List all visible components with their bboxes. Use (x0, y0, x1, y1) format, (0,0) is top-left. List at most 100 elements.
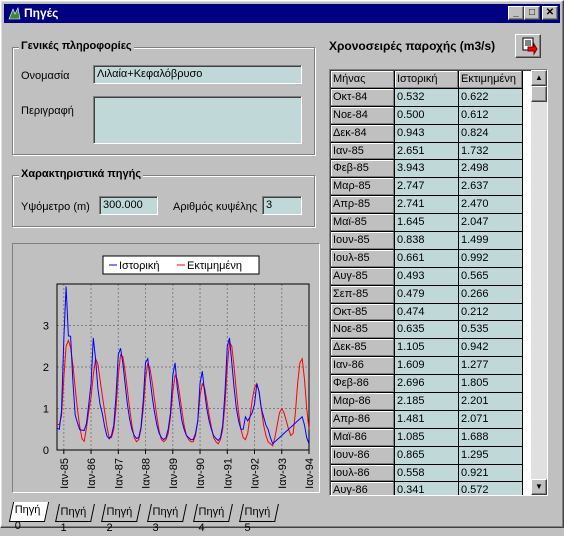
value-cell[interactable]: 0.535 (459, 321, 523, 340)
month-cell[interactable]: Μαρ-86 (331, 393, 395, 411)
month-cell[interactable]: Σεπ-85 (331, 285, 395, 304)
value-cell[interactable]: 1.481 (395, 410, 459, 429)
value-cell[interactable]: 0.558 (395, 464, 459, 483)
value-cell[interactable]: 0.635 (395, 321, 459, 340)
value-cell[interactable]: 2.047 (459, 214, 523, 233)
value-cell[interactable]: 2.498 (459, 160, 523, 179)
tab-source-5[interactable]: Πηγή 5 (239, 504, 279, 534)
table-row[interactable]: Ιαν-85 2.651 1.732 (331, 142, 523, 161)
value-cell[interactable]: 1.645 (395, 214, 459, 233)
value-cell[interactable]: 2.185 (395, 393, 459, 411)
value-cell[interactable]: 0.266 (459, 285, 523, 304)
value-cell[interactable]: 0.661 (395, 249, 459, 268)
value-cell[interactable]: 1.609 (395, 357, 459, 376)
value-cell[interactable]: 1.105 (395, 339, 459, 358)
table-row[interactable]: Οκτ-85 0.474 0.212 (331, 303, 523, 322)
table-row[interactable]: Αυγ-85 0.493 0.565 (331, 267, 523, 286)
table-row[interactable]: Απρ-85 2.741 2.470 (331, 196, 523, 215)
value-cell[interactable]: 0.479 (395, 285, 459, 304)
value-cell[interactable]: 0.212 (459, 303, 523, 322)
value-cell[interactable]: 1.277 (459, 357, 523, 376)
tab-source-0[interactable]: Πηγή 0 (8, 502, 49, 532)
value-cell[interactable]: 0.500 (395, 106, 459, 125)
value-cell[interactable]: 2.747 (395, 178, 459, 197)
month-cell[interactable]: Οκτ-84 (331, 88, 395, 107)
table-row[interactable]: Μαρ-85 2.747 2.637 (331, 178, 523, 197)
table-header-cell[interactable]: Μήνας (331, 71, 395, 89)
title-bar[interactable]: Πηγές (4, 4, 560, 23)
value-cell[interactable]: 0.622 (459, 88, 523, 107)
month-cell[interactable]: Ιουν-85 (331, 232, 395, 250)
tab-source-2[interactable]: Πηγή 2 (101, 504, 141, 534)
table-row[interactable]: Ιουλ-86 0.558 0.921 (331, 464, 523, 483)
name-field[interactable]: Λιλαία+Κεφαλόβρυσο (93, 65, 302, 84)
value-cell[interactable]: 2.651 (395, 142, 459, 161)
month-cell[interactable]: Οκτ-85 (331, 303, 395, 322)
table-header-cell[interactable]: Ιστορική (395, 71, 459, 89)
value-cell[interactable]: 1.805 (459, 375, 523, 394)
close-button[interactable]: ✕ (542, 6, 558, 20)
value-cell[interactable]: 1.085 (395, 428, 459, 447)
table-row[interactable]: Μαϊ-85 1.645 2.047 (331, 214, 523, 233)
month-cell[interactable]: Αυγ-85 (331, 267, 395, 286)
table-row[interactable]: Νοε-84 0.500 0.612 (331, 106, 523, 125)
value-cell[interactable]: 0.565 (459, 267, 523, 286)
value-cell[interactable]: 1.295 (459, 446, 523, 465)
month-cell[interactable]: Μαρ-85 (331, 178, 395, 197)
tab-source-4[interactable]: Πηγή 4 (193, 504, 233, 534)
month-cell[interactable]: Απρ-86 (331, 410, 395, 429)
table-row[interactable]: Ιουν-86 0.865 1.295 (331, 446, 523, 465)
value-cell[interactable]: 2.071 (459, 410, 523, 429)
value-cell[interactable]: 2.741 (395, 196, 459, 215)
value-cell[interactable]: 1.688 (459, 428, 523, 447)
value-cell[interactable]: 1.499 (459, 232, 523, 250)
table-row[interactable]: Νοε-85 0.635 0.535 (331, 321, 523, 340)
value-cell[interactable]: 2.201 (459, 393, 523, 411)
maximize-button[interactable]: □ (524, 6, 540, 20)
tab-source-1[interactable]: Πηγή 1 (55, 504, 95, 534)
scroll-down-button[interactable]: ▼ (531, 479, 547, 495)
month-cell[interactable]: Ιουλ-85 (331, 249, 395, 268)
table-row[interactable]: Μαρ-86 2.185 2.201 (331, 393, 523, 411)
table-header-cell[interactable]: Εκτιμημένη (459, 71, 523, 89)
altitude-field[interactable]: 300.000 (99, 196, 158, 215)
value-cell[interactable]: 2.637 (459, 178, 523, 197)
value-cell[interactable]: 0.824 (459, 124, 523, 143)
description-field[interactable] (93, 96, 302, 144)
value-cell[interactable]: 0.341 (395, 482, 459, 495)
table-row[interactable]: Μαϊ-86 1.085 1.688 (331, 428, 523, 447)
month-cell[interactable]: Φεβ-86 (331, 375, 395, 394)
table-row[interactable]: Δεκ-85 1.105 0.942 (331, 339, 523, 358)
month-cell[interactable]: Αυγ-86 (331, 482, 395, 495)
value-cell[interactable]: 0.493 (395, 267, 459, 286)
flow-table[interactable]: Μήνας Ιστορική Εκτιμημένη Οκτ-84 0.532 0.622 Ν… (329, 69, 548, 496)
month-cell[interactable]: Μαϊ-85 (331, 214, 395, 233)
print-button[interactable] (515, 34, 541, 58)
table-row[interactable]: Οκτ-84 0.532 0.622 (331, 88, 523, 107)
value-cell[interactable]: 1.732 (459, 142, 523, 161)
table-scrollbar[interactable]: ▲ ▼ (531, 70, 547, 495)
table-row[interactable]: Ιαν-86 1.609 1.277 (331, 357, 523, 376)
month-cell[interactable]: Νοε-84 (331, 106, 395, 125)
value-cell[interactable]: 0.612 (459, 106, 523, 125)
table-row[interactable]: Φεβ-86 2.696 1.805 (331, 375, 523, 394)
month-cell[interactable]: Ιουν-86 (331, 446, 395, 465)
table-row[interactable]: Δεκ-84 0.943 0.824 (331, 124, 523, 143)
month-cell[interactable]: Φεβ-85 (331, 160, 395, 179)
table-row[interactable]: Ιουν-85 0.838 1.499 (331, 232, 523, 250)
value-cell[interactable]: 0.942 (459, 339, 523, 358)
value-cell[interactable]: 0.532 (395, 88, 459, 107)
month-cell[interactable]: Ιουλ-86 (331, 464, 395, 483)
value-cell[interactable]: 0.838 (395, 232, 459, 250)
month-cell[interactable]: Δεκ-84 (331, 124, 395, 143)
value-cell[interactable]: 3.943 (395, 160, 459, 179)
value-cell[interactable]: 0.474 (395, 303, 459, 322)
cell-number-field[interactable]: 3 (262, 196, 302, 215)
table-row[interactable]: Ιουλ-85 0.661 0.992 (331, 249, 523, 268)
table-row[interactable]: Σεπ-85 0.479 0.266 (331, 285, 523, 304)
month-cell[interactable]: Ιαν-85 (331, 142, 395, 161)
month-cell[interactable]: Νοε-85 (331, 321, 395, 340)
value-cell[interactable]: 0.943 (395, 124, 459, 143)
value-cell[interactable]: 0.921 (459, 464, 523, 483)
table-row[interactable]: Φεβ-85 3.943 2.498 (331, 160, 523, 179)
